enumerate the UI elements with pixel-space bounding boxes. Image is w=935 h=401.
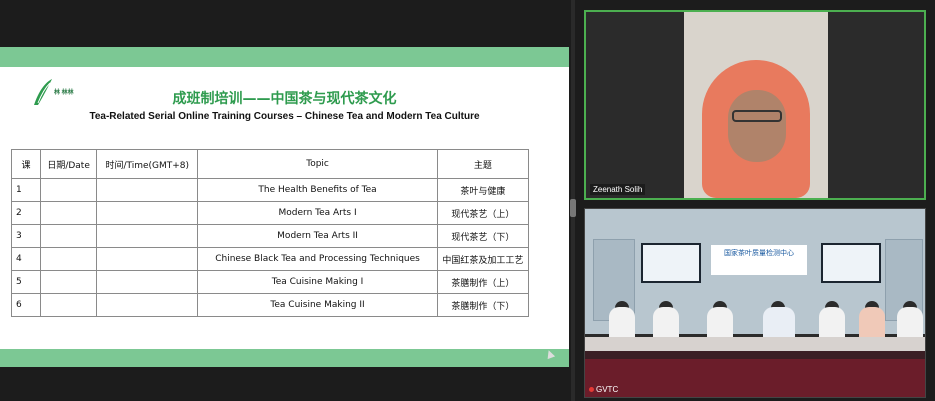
recording-dot-icon bbox=[589, 387, 594, 392]
table-row: 6 Tea Cuisine Making II 茶膳制作（下） bbox=[10, 293, 530, 317]
video-tile-speaker[interactable]: Zeenath Solih bbox=[584, 10, 926, 200]
divider-drag-handle-icon[interactable] bbox=[570, 199, 576, 217]
participant-glasses bbox=[732, 110, 782, 122]
shared-slide: 林 林林 成班制培训——中国茶与现代茶文化 Tea-Related Serial… bbox=[0, 47, 569, 367]
room-screen-left bbox=[641, 243, 701, 283]
row-topic-cn: 茶膳制作（上） bbox=[436, 270, 530, 294]
table-row: 1 The Health Benefits of Tea 茶叶与健康 bbox=[10, 178, 530, 202]
table-header-row: 课 日期/Date 时间/Time(GMT+8) Topic 主题 bbox=[10, 149, 530, 179]
row-num: 2 bbox=[10, 201, 42, 225]
row-time bbox=[96, 293, 199, 317]
header-time: 时间/Time(GMT+8) bbox=[96, 149, 199, 179]
row-topic-cn: 现代茶艺（上） bbox=[436, 201, 530, 225]
slide-title-chinese: 成班制培训——中国茶与现代茶文化 bbox=[172, 91, 397, 107]
table-row: 2 Modern Tea Arts I 现代茶艺（上） bbox=[10, 201, 530, 225]
participant-video bbox=[684, 12, 828, 198]
room-name-label: GVTC bbox=[596, 385, 619, 394]
row-time bbox=[96, 247, 199, 271]
row-topic: Tea Cuisine Making I bbox=[197, 270, 438, 294]
slide-bottom-band bbox=[0, 349, 569, 367]
room-banner: 国家茶叶质量检测中心 bbox=[711, 245, 807, 275]
row-date bbox=[40, 178, 98, 202]
row-topic-cn: 中国红茶及加工工艺 bbox=[436, 247, 530, 271]
room-name-tag: GVTC bbox=[589, 385, 618, 394]
room-floor bbox=[585, 359, 925, 397]
row-topic-cn: 现代茶艺（下） bbox=[436, 224, 530, 248]
table-row: 3 Modern Tea Arts II 现代茶艺（下） bbox=[10, 224, 530, 248]
row-topic-cn: 茶叶与健康 bbox=[436, 178, 530, 202]
slide-top-band bbox=[0, 47, 569, 67]
row-topic: Modern Tea Arts II bbox=[197, 224, 438, 248]
header-topic-cn: 主题 bbox=[436, 149, 530, 179]
video-tile-room[interactable]: 国家茶叶质量检测中心 GVTC bbox=[584, 208, 926, 398]
row-topic: Tea Cuisine Making II bbox=[197, 293, 438, 317]
header-date: 日期/Date bbox=[40, 149, 98, 179]
row-num: 4 bbox=[10, 247, 42, 271]
header-topic: Topic bbox=[197, 149, 438, 179]
row-topic: Modern Tea Arts I bbox=[197, 201, 438, 225]
row-date bbox=[40, 224, 98, 248]
table-surface bbox=[585, 337, 925, 351]
header-num: 课 bbox=[10, 149, 42, 179]
row-time bbox=[96, 270, 199, 294]
schedule-table: 课 日期/Date 时间/Time(GMT+8) Topic 主题 1 The … bbox=[10, 149, 530, 317]
row-num: 3 bbox=[10, 224, 42, 248]
row-time bbox=[96, 224, 199, 248]
row-date bbox=[40, 270, 98, 294]
row-num: 6 bbox=[10, 293, 42, 317]
table-row: 5 Tea Cuisine Making I 茶膳制作（上） bbox=[10, 270, 530, 294]
row-date bbox=[40, 201, 98, 225]
room-screen-right bbox=[821, 243, 881, 283]
row-date bbox=[40, 293, 98, 317]
row-num: 1 bbox=[10, 178, 42, 202]
slide-title-english: Tea-Related Serial Online Training Cours… bbox=[89, 111, 480, 122]
row-num: 5 bbox=[10, 270, 42, 294]
table-row: 4 Chinese Black Tea and Processing Techn… bbox=[10, 247, 530, 271]
row-topic: Chinese Black Tea and Processing Techniq… bbox=[197, 247, 438, 271]
participant-face bbox=[728, 90, 786, 162]
row-date bbox=[40, 247, 98, 271]
row-topic-cn: 茶膳制作（下） bbox=[436, 293, 530, 317]
row-time bbox=[96, 178, 199, 202]
participant-name-tag: Zeenath Solih bbox=[590, 184, 646, 195]
row-topic: The Health Benefits of Tea bbox=[197, 178, 438, 202]
row-time bbox=[96, 201, 199, 225]
